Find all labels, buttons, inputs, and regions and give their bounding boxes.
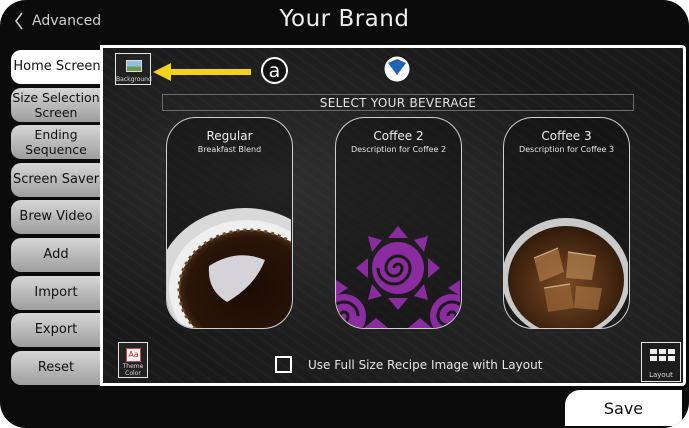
app-frame: Advanced Your Brand Home Screen Size Sel… <box>0 0 689 428</box>
background-button-label: Background <box>116 76 152 83</box>
select-beverage-title: SELECT YOUR BEVERAGE <box>162 94 634 111</box>
beverage-card-regular[interactable]: Regular Breakfast Blend <box>166 117 293 329</box>
sidebar-item-size-selection-screen[interactable]: Size Selection Screen <box>11 87 101 122</box>
beverage-card-coffee-2[interactable]: Coffee 2 Description for Coffee 2 <box>335 117 462 329</box>
sidebar-item-brew-video[interactable]: Brew Video <box>11 200 101 235</box>
sidebar-item-label: Ending Sequence <box>25 127 87 158</box>
header-bar: Advanced Your Brand <box>0 0 689 44</box>
sidebar-item-home-screen[interactable]: Home Screen <box>11 50 103 84</box>
coffee-cup-image <box>167 208 291 328</box>
landscape-image-icon <box>126 60 142 72</box>
theme-color-button[interactable]: Aa Theme Color <box>118 342 148 378</box>
beverage-name: Regular <box>206 129 253 143</box>
sidebar-item-import[interactable]: Import <box>11 275 101 310</box>
full-size-checkbox[interactable] <box>275 356 292 373</box>
layout-button-label: Layout <box>649 371 673 379</box>
beverage-description: Breakfast Blend <box>197 145 262 154</box>
sidebar-item-export[interactable]: Export <box>11 313 101 348</box>
beverage-description: Description for Coffee 2 <box>350 145 447 154</box>
full-size-label: Use Full Size Recipe Image with Layout <box>308 357 543 372</box>
sidebar-item-label: Import <box>34 284 78 300</box>
sidebar-item-add[interactable]: Add <box>11 237 101 272</box>
beverage-name: Coffee 3 <box>541 129 592 143</box>
theme-color-label: Theme Color <box>122 363 144 377</box>
layout-button[interactable]: Layout <box>641 342 681 382</box>
page-title: Your Brand <box>279 6 410 32</box>
sidebar-item-label: Reset <box>37 359 75 375</box>
sidebar-item-reset[interactable]: Reset <box>11 350 101 385</box>
sidebar-item-label: Brew Video <box>19 209 93 225</box>
sidebar-item-screen-saver[interactable]: Screen Saver <box>11 162 101 197</box>
callout-marker: a <box>261 57 288 84</box>
sidebar-item-ending-sequence[interactable]: Ending Sequence <box>11 125 101 160</box>
sidebar: Home Screen Size Selection Screen Ending… <box>11 50 103 388</box>
grid-layout-icon <box>650 349 675 361</box>
brand-logo-icon <box>384 56 410 82</box>
sidebar-item-label: Size Selection Screen <box>12 89 100 120</box>
save-button[interactable]: Save <box>565 390 682 426</box>
beverage-card-coffee-3[interactable]: Coffee 3 Description for Coffee 3 <box>503 117 630 329</box>
beverage-description: Description for Coffee 3 <box>518 145 615 154</box>
sidebar-item-label: Export <box>34 322 78 338</box>
full-size-option: Use Full Size Recipe Image with Layout <box>275 356 542 373</box>
beverage-name: Coffee 2 <box>373 129 424 143</box>
home-screen-preview: Background a SELECT YOUR BEVERAGE Regula… <box>100 45 686 386</box>
font-style-icon: Aa <box>126 348 141 362</box>
arrow-left-icon <box>153 63 251 81</box>
iced-coffee-image <box>504 218 628 328</box>
background-button[interactable]: Background <box>115 53 152 85</box>
spiral-pattern-image <box>336 226 460 328</box>
sidebar-item-label: Home Screen <box>13 59 101 74</box>
sidebar-item-label: Screen Saver <box>12 171 100 187</box>
sidebar-item-label: Add <box>43 246 69 262</box>
